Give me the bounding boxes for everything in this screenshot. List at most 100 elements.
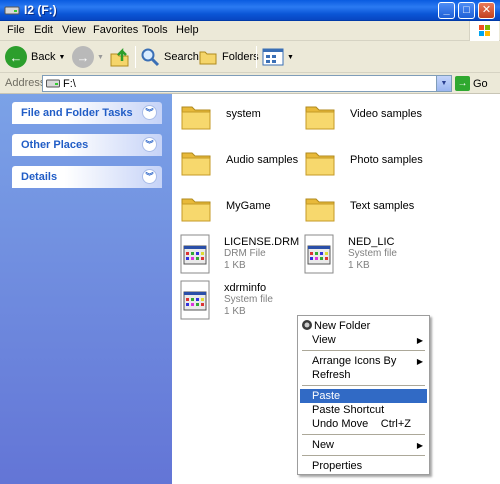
minimize-button[interactable]: _ [438,2,455,19]
folder-item-video-samples[interactable]: Video samples [304,100,424,134]
submenu-arrow-icon: ▶ [416,336,423,345]
menu-item-undo-move[interactable]: Undo Move Ctrl+Z [300,417,427,431]
back-dropdown-icon[interactable]: ▼ [58,54,65,61]
folders-button[interactable]: Folders [198,45,259,69]
system-file-icon [180,280,210,320]
folder-icon [181,106,211,130]
file-type: DRM File [224,248,266,259]
menu-item-new-folder[interactable]: New Folder [300,319,427,333]
forward-button[interactable]: → ▼ [72,45,104,69]
folder-item-photo-samples[interactable]: Photo samples [304,146,424,180]
file-type: System file [348,248,397,259]
file-size: 1 KB [224,260,246,271]
file-size: 1 KB [348,260,370,271]
file-name: LICENSE.DRM [224,236,300,248]
windows-flag-icon [479,25,490,36]
menu-item-arrange-icons-by[interactable]: Arrange Icons By ▶ [300,354,427,368]
go-label: Go [473,77,488,90]
file-item-xdrminfo[interactable]: xdrminfo System file 1 KB [180,280,290,322]
menu-bar: File Edit View Favorites Tools Help [0,21,500,41]
folder-name: Photo samples [350,154,423,166]
folder-icon [305,152,335,176]
context-menu: New Folder View ▶ Arrange Icons By ▶ Ref… [297,315,430,475]
window-title: I2 (F:) [24,3,57,17]
folder-item-text-samples[interactable]: Text samples [304,192,424,226]
chevron-down-icon[interactable]: ︾ [142,137,157,152]
up-folder-button[interactable] [109,45,131,69]
views-icon [262,48,284,66]
task-panel-file-folder[interactable]: File and Folder Tasks ︾ [12,102,162,124]
file-item-ned-lic[interactable]: NED_LIC System file 1 KB [304,234,414,276]
folder-name: MyGame [226,200,271,212]
folder-icon [305,198,335,222]
title-bar[interactable]: I2 (F:) _ □ ✕ [0,0,500,21]
task-pane: File and Folder Tasks ︾ Other Places ︾ D… [0,94,172,484]
search-icon [141,48,160,67]
views-dropdown-icon[interactable]: ▼ [287,54,294,61]
folder-icon [181,198,211,222]
submenu-arrow-icon: ▶ [416,357,423,366]
menu-view[interactable]: View [62,24,86,36]
folder-icon [305,106,335,130]
go-button[interactable]: → Go [455,75,488,92]
maximize-button[interactable]: □ [458,2,475,19]
file-name: NED_LIC [348,236,395,248]
go-arrow-icon: → [455,76,470,91]
task-panel-title: Details [21,171,58,183]
menu-help[interactable]: Help [176,24,199,36]
folders-icon [199,51,217,65]
task-panel-title: File and Folder Tasks [21,107,133,119]
file-name: xdrminfo [224,282,267,294]
folder-icon [181,152,211,176]
task-panel-details[interactable]: Details ︾ [12,166,162,188]
address-input[interactable]: F:\ ▼ [42,75,452,92]
system-file-icon [180,234,210,274]
new-folder-icon [302,320,312,330]
address-label: Address [5,77,46,89]
task-panel-other-places[interactable]: Other Places ︾ [12,134,162,156]
menu-favorites[interactable]: Favorites [93,24,138,36]
chevron-down-icon[interactable]: ︾ [142,105,157,120]
search-button[interactable]: Search [140,45,199,69]
drive-icon [46,79,60,88]
file-size: 1 KB [224,306,246,317]
submenu-arrow-icon: ▶ [416,441,423,450]
folder-name: Video samples [350,108,422,120]
menu-item-new[interactable]: New ▶ [300,438,427,452]
file-type: System file [224,294,273,305]
menu-edit[interactable]: Edit [34,24,53,36]
toolbar: ← Back ▼ → ▼ Search Folders ▼ [0,41,500,73]
forward-arrow-icon: → [72,46,94,68]
back-arrow-icon: ← [5,46,27,68]
system-file-icon [304,234,334,274]
address-bar: Address F:\ ▼ → Go [0,73,500,94]
menu-item-properties[interactable]: Properties [300,459,427,473]
folder-name: system [226,108,261,120]
back-button[interactable]: ← Back ▼ [5,45,65,69]
chevron-down-icon[interactable]: ︾ [142,169,157,184]
forward-dropdown-icon[interactable]: ▼ [97,54,104,61]
back-label: Back [31,51,56,63]
menu-tools[interactable]: Tools [142,24,168,36]
shortcut-label: Ctrl+Z [380,418,411,430]
up-folder-icon [110,47,129,67]
views-button[interactable]: ▼ [262,45,294,69]
menu-item-refresh[interactable]: Refresh [300,368,427,382]
address-dropdown-icon[interactable]: ▼ [436,76,451,91]
address-path: F:\ [63,78,76,90]
folder-item-system[interactable]: system [180,100,290,134]
drive-icon [4,6,20,15]
close-button[interactable]: ✕ [478,2,495,19]
windows-logo [469,21,499,41]
file-item-license-drm[interactable]: LICENSE.DRM DRM File 1 KB [180,234,299,276]
menu-item-paste[interactable]: Paste [300,389,427,403]
menu-item-view[interactable]: View ▶ [300,333,427,347]
menu-file[interactable]: File [7,24,25,36]
task-panel-title: Other Places [21,139,89,151]
folder-name: Audio samples [226,154,299,166]
folder-name: Text samples [350,200,415,212]
folder-item-audio-samples[interactable]: Audio samples [180,146,300,180]
folders-label: Folders [222,51,259,63]
menu-item-paste-shortcut[interactable]: Paste Shortcut [300,403,427,417]
folder-item-mygame[interactable]: MyGame [180,192,290,226]
